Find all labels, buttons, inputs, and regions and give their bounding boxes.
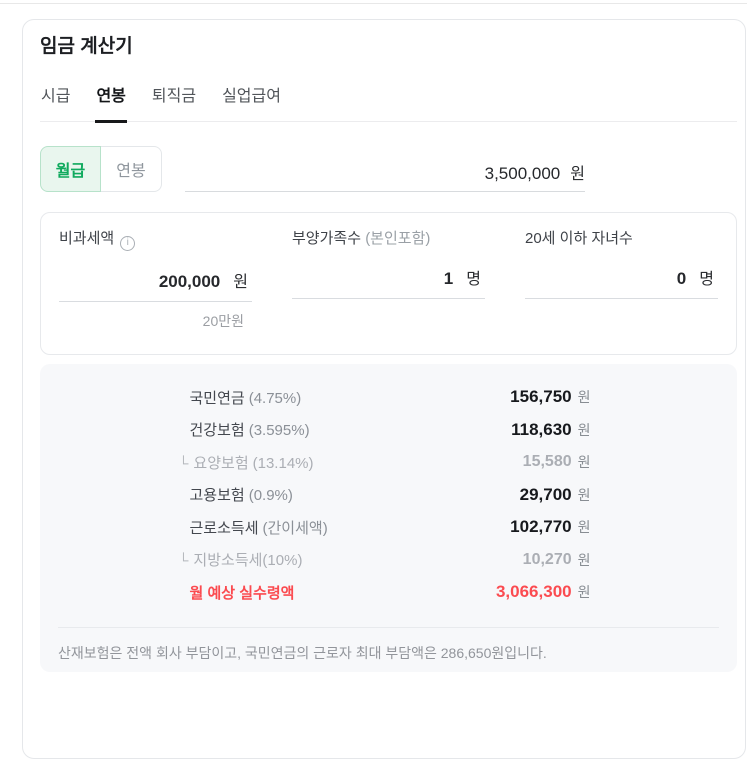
dependents-sublabel: (본인포함) (365, 230, 431, 247)
result-unit: 원 (577, 389, 591, 406)
result-unit: 원 (577, 519, 591, 536)
calculator-tabs: 시급 연봉 퇴직금 실업급여 (40, 86, 737, 123)
field-dependents: 부양가족수 (본인포함) 1 명 (292, 230, 485, 354)
salary-amount-value: 3,500,000 (484, 164, 561, 183)
toggle-monthly-label: 월급 (55, 163, 86, 180)
toggle-annual-button[interactable]: 연봉 (101, 146, 162, 192)
sub-branch-icon: └ (178, 454, 189, 471)
result-row-employment-insurance: 고용보험 (0.9%) 29,700 원 (179, 479, 599, 512)
result-unit: 원 (577, 486, 591, 503)
results-rows: 국민연금 (4.75%) 156,750 원 건강보험 (3.595%) 118,6… (179, 381, 599, 609)
salary-input-row: 월급 연봉 3,500,000 원 (40, 146, 737, 192)
result-row-health-insurance: 건강보험 (3.595%) 118,630 원 (179, 414, 599, 447)
salary-amount-input[interactable]: 3,500,000 원 (185, 146, 585, 192)
sub-branch-icon: └ (178, 552, 189, 569)
result-value: 118,630 (511, 419, 572, 439)
result-value: 102,770 (510, 517, 572, 537)
results-footnote: 산재보험은 전액 회사 부담이고, 국민연금의 근로자 최대 부담액은 286,… (58, 644, 547, 661)
tax-free-input[interactable]: 200,000 원 (59, 268, 252, 302)
tax-free-hint: 20만원 (202, 312, 244, 329)
result-unit: 원 (577, 421, 591, 438)
toggle-monthly-button[interactable]: 월급 (40, 146, 101, 192)
result-row-longterm-care: └ 요양보험 (13.14%) 15,580 원 (179, 446, 599, 479)
result-row-net-pay: 월 예상 실수령액 3,066,300 원 (179, 576, 599, 609)
result-unit: 원 (577, 454, 591, 471)
wage-calculator-card: 임금 계산기 시급 연봉 퇴직금 실업급여 월급 연봉 3,500,000 원 … (22, 19, 746, 759)
result-row-national-pension: 국민연금 (4.75%) 156,750 원 (179, 381, 599, 414)
dependents-unit: 명 (466, 271, 481, 288)
salary-amount-unit: 원 (570, 166, 585, 183)
page-title: 임금 계산기 (40, 36, 133, 57)
tax-free-label: 비과세액 i (59, 230, 252, 251)
options-box: 비과세액 i 200,000 원 20만원 부양가족수 (본인포함) 1 명 20… (40, 212, 737, 355)
dependents-value: 1 (443, 269, 454, 288)
children-input[interactable]: 0 명 (525, 265, 718, 299)
results-box: 국민연금 (4.75%) 156,750 원 건강보험 (3.595%) 118,6… (40, 364, 737, 672)
page-top-divider (0, 3, 747, 4)
dependents-input[interactable]: 1 명 (292, 265, 485, 299)
tab-annual-salary[interactable]: 연봉 (95, 86, 127, 123)
result-value: 10,270 (522, 550, 572, 568)
result-unit: 원 (577, 551, 591, 568)
info-icon[interactable]: i (120, 235, 136, 251)
tax-free-value: 200,000 (158, 271, 221, 291)
result-row-income-tax: 근로소득세 (간이세액) 102,770 원 (179, 511, 599, 544)
children-unit: 명 (699, 271, 714, 288)
net-pay-value: 3,066,300 (495, 582, 572, 602)
result-unit: 원 (577, 584, 591, 601)
result-value: 156,750 (510, 387, 572, 407)
results-divider (58, 626, 719, 628)
children-value: 0 (676, 269, 687, 288)
field-children: 20세 이하 자녀수 0 명 (525, 230, 718, 354)
tax-free-unit: 원 (233, 273, 248, 291)
toggle-annual-label: 연봉 (116, 163, 146, 180)
children-label: 20세 이하 자녀수 (525, 230, 633, 247)
pay-type-toggle: 월급 연봉 (40, 146, 162, 192)
tab-severance[interactable]: 퇴직금 (151, 86, 197, 123)
result-value: 29,700 (519, 484, 572, 504)
field-tax-free: 비과세액 i 200,000 원 20만원 (59, 230, 252, 354)
tab-hourly[interactable]: 시급 (40, 86, 71, 123)
dependents-label: 부양가족수 (본인포함) (292, 230, 431, 247)
result-row-local-income-tax: └ 지방소득세(10%) 10,270 원 (179, 544, 599, 577)
result-value: 15,580 (522, 453, 572, 471)
tab-unemployment[interactable]: 실업급여 (221, 86, 282, 123)
